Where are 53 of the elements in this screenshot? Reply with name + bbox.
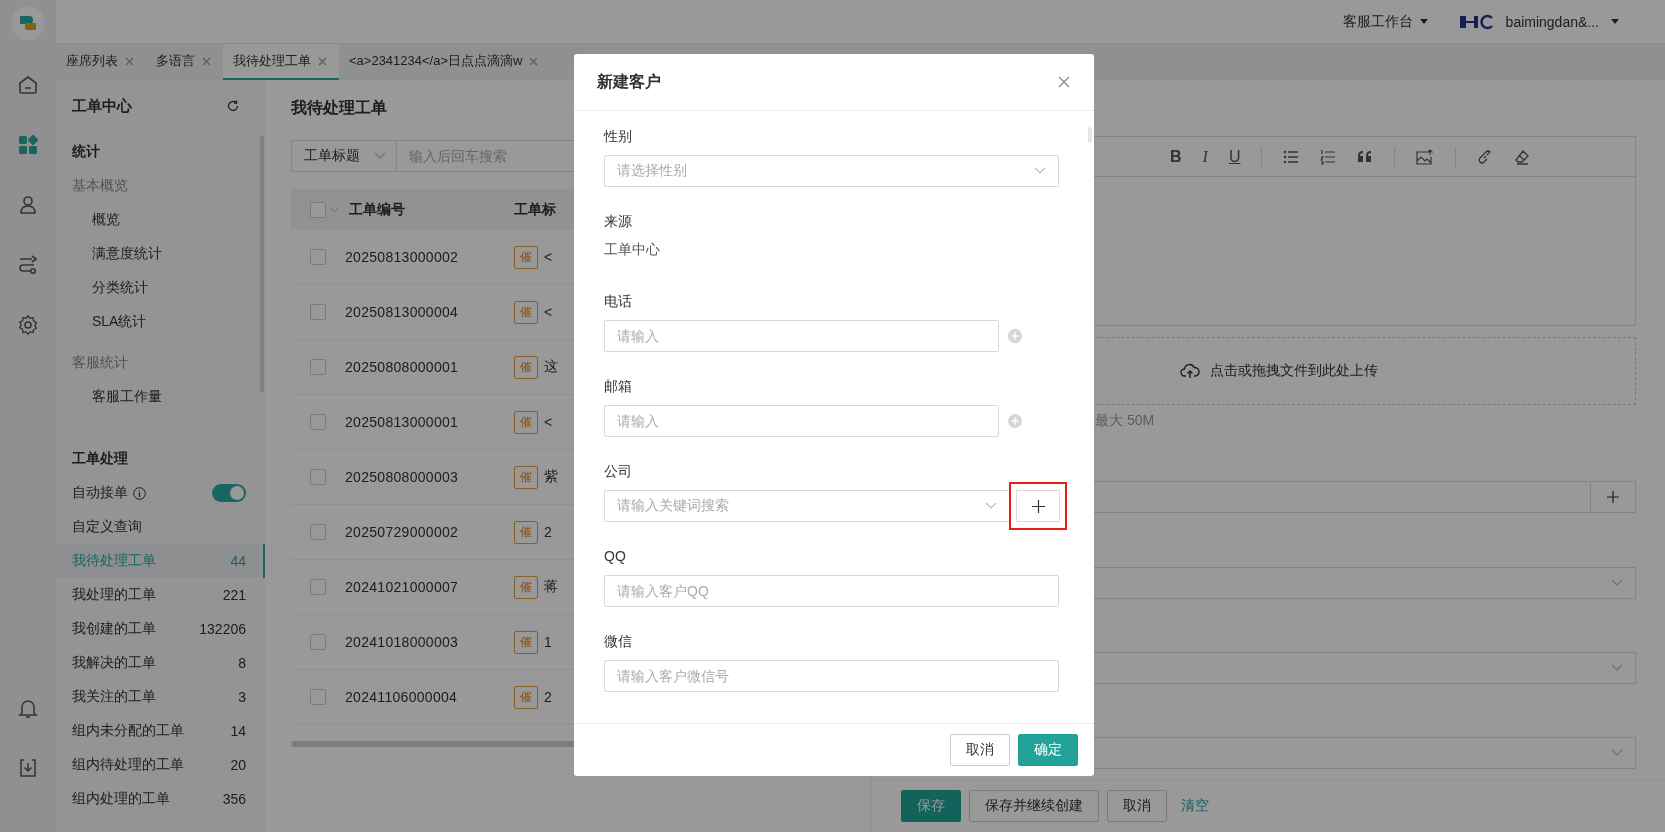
table-cell: 紫 [544, 468, 558, 486]
upload-hint: 最大 50M [1095, 412, 1156, 428]
section-heading: 统计 [72, 143, 100, 161]
section-heading: 工单处理 [72, 450, 128, 468]
table-cell-text: 20250808000003 [345, 469, 460, 485]
urge-tag: 催 [514, 300, 538, 324]
field-label: 性别 [604, 127, 633, 146]
item-count: 8 [238, 655, 246, 671]
table-cell-text: 20241018000003 [345, 634, 460, 650]
table-cell: 这 [544, 358, 558, 376]
column-header: 工单编号 [349, 200, 405, 219]
table-cell: < [544, 249, 553, 265]
table-cell: 2 [544, 524, 552, 540]
table-cell-text: 20241106000004 [345, 689, 459, 705]
table-cell: < [544, 304, 553, 320]
table-cell: 1 [544, 634, 552, 650]
field-label: 邮箱 [604, 377, 633, 396]
item-count: 356 [222, 791, 246, 807]
field-label: 电话 [604, 292, 633, 311]
urge-tag: 催 [514, 410, 538, 434]
page-title: 我待处理工单 [291, 98, 388, 118]
column-header: 工单标 [514, 200, 556, 219]
group-label: 基本概览 [72, 177, 128, 195]
item-count: 221 [222, 587, 246, 603]
dialog-title: 新建客户 [597, 71, 661, 92]
urge-tag: 催 [514, 355, 538, 379]
field-label: QQ [604, 547, 627, 566]
table-cell-text: 20241021000007 [345, 579, 460, 595]
field-value: 工单中心 [604, 240, 661, 259]
table-cell: < [544, 414, 553, 430]
item-count: 14 [230, 723, 246, 739]
table-cell-text: 20250813000001 [345, 414, 460, 430]
item-count: 44 [230, 553, 246, 569]
item-count: 20 [230, 757, 246, 773]
sidebar-title: 工单中心 [72, 96, 132, 116]
urge-tag: 催 [514, 575, 538, 599]
table-cell-text: 20250808000001 [345, 359, 460, 375]
table-cell-text: 20250813000004 [345, 304, 460, 320]
urge-tag: 催 [514, 685, 538, 709]
field-label: 来源 [604, 212, 633, 231]
urge-tag: 催 [514, 465, 538, 489]
table-cell-text: 20250813000002 [345, 249, 460, 265]
group-label: 客服统计 [72, 354, 128, 372]
urge-tag: 催 [514, 520, 538, 544]
item-count: 132206 [199, 621, 246, 637]
urge-tag: 催 [514, 245, 538, 269]
item-count: 3 [238, 689, 246, 705]
field-label: 公司 [604, 462, 633, 481]
table-cell-text: 20250729000002 [345, 524, 460, 540]
table-cell: 2 [544, 689, 552, 705]
field-label: 微信 [604, 632, 633, 651]
urge-tag: 催 [514, 630, 538, 654]
table-cell: 蒋 [544, 578, 558, 596]
